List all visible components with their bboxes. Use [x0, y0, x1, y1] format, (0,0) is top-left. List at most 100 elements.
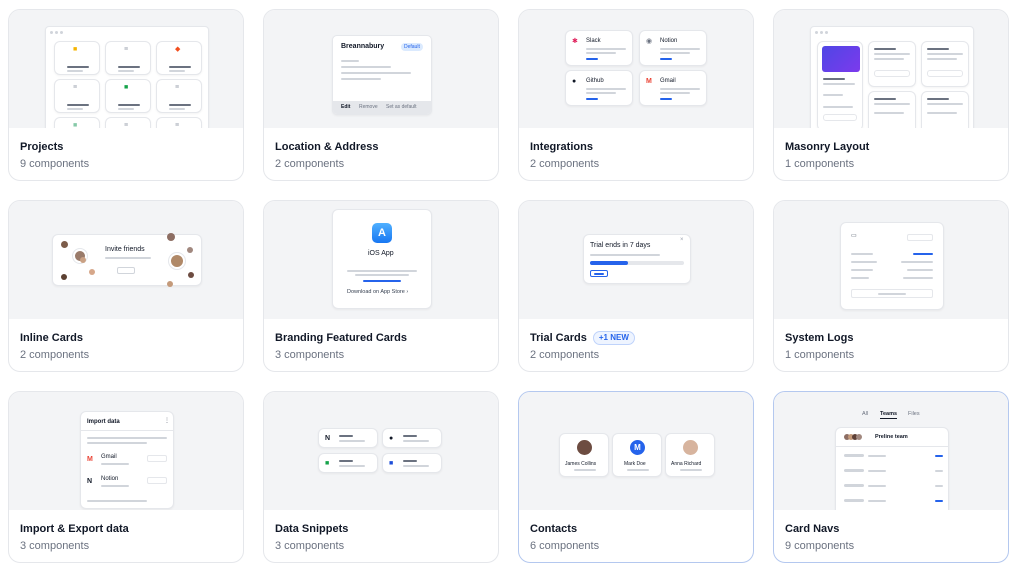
invite-heading: Invite friends	[105, 246, 145, 253]
browser-window	[810, 26, 974, 128]
nav-tab-all[interactable]: All	[862, 411, 868, 417]
doc-icon: ≡	[124, 122, 129, 128]
close-icon[interactable]: ×	[680, 237, 684, 243]
card-location-address[interactable]: Breannabury Default Edit Remove Set as d…	[263, 9, 499, 181]
card-subtitle: 3 components	[20, 540, 90, 552]
log-card: ▭	[840, 222, 944, 310]
trial-progress	[590, 261, 684, 265]
team-name: Preline team	[875, 434, 908, 440]
notion-icon: N	[325, 435, 331, 442]
trial-card: Trial ends in 7 days ×	[583, 234, 691, 284]
avatar	[167, 233, 175, 241]
integration-slack: ✱ Slack	[565, 30, 633, 66]
edit-action[interactable]: Edit	[341, 104, 350, 110]
default-badge: Default	[401, 43, 423, 51]
card-data-snippets[interactable]: N ● ■ ■ Data Snippets 3 components	[263, 391, 499, 563]
card-preview: ■ ≡ ◆ ≡ ■ ≡ ■ ≡ ≡	[9, 10, 243, 128]
avatar	[61, 241, 68, 248]
card-subtitle: 3 components	[275, 349, 345, 361]
card-masonry-layout[interactable]: Masonry Layout 1 components	[773, 9, 1009, 181]
snippet: N	[318, 428, 378, 448]
card-system-logs[interactable]: ▭ System Logs 1 components	[773, 200, 1009, 372]
github-icon: ●	[572, 78, 577, 85]
card-preview: All Teams Files Preline team	[774, 392, 1008, 510]
import-heading: Import data	[87, 419, 120, 425]
avatar	[80, 257, 86, 263]
card-title: Branding Featured Cards	[275, 332, 408, 344]
card-subtitle: 2 components	[530, 349, 600, 361]
import-card: Import data ⋮ M Gmail N Notion	[80, 411, 174, 509]
card-subtitle: 1 components	[785, 349, 855, 361]
card-title: Integrations	[530, 141, 593, 153]
figma-icon: ◆	[175, 46, 181, 53]
import-item: Notion	[101, 476, 119, 482]
gradient-image	[822, 46, 860, 72]
card-subtitle: 1 components	[785, 158, 855, 170]
more-icon[interactable]: ⋮	[164, 417, 170, 424]
card-inline-cards[interactable]: Invite friends Inline Cards 2 components	[8, 200, 244, 372]
doc-icon: ≡	[124, 46, 129, 53]
new-badge: +1 NEW	[592, 331, 635, 345]
github-icon: ●	[389, 435, 394, 442]
avatar	[856, 434, 862, 440]
card-preview: James Collins M Mark Doe Anna Richard	[519, 392, 753, 510]
card-branding-featured[interactable]: A iOS App Download on App Store › Brandi…	[263, 200, 499, 372]
card-projects[interactable]: ■ ≡ ◆ ≡ ■ ≡ ■ ≡ ≡ Projects 9 components	[8, 9, 244, 181]
card-trial-cards[interactable]: Trial ends in 7 days × Trial Cards +1 NEW…	[518, 200, 754, 372]
card-import-export[interactable]: Import data ⋮ M Gmail N Notion Import & …	[8, 391, 244, 563]
card-preview: Invite friends	[9, 201, 243, 319]
contact-card: Anna Richard	[665, 433, 715, 477]
avatar-initial: M	[630, 440, 645, 455]
set-default-action[interactable]: Set as default	[386, 104, 417, 110]
avatar	[89, 269, 95, 275]
notion-icon: ◉	[646, 38, 653, 45]
card-preview: Import data ⋮ M Gmail N Notion	[9, 392, 243, 510]
sheets-icon: ■	[124, 84, 129, 91]
card-preview: N ● ■ ■	[264, 392, 498, 510]
card-preview: A iOS App Download on App Store ›	[264, 201, 498, 319]
app-name: iOS App	[368, 250, 394, 257]
card-title: Trial Cards	[530, 332, 587, 344]
integration-notion: ◉ Notion	[639, 30, 707, 66]
nav-tab-files[interactable]: Files	[908, 411, 920, 417]
card-preview: Trial ends in 7 days ×	[519, 201, 753, 319]
contact-card: M Mark Doe	[612, 433, 662, 477]
integration-github: ● Github	[565, 70, 633, 106]
card-contacts[interactable]: James Collins M Mark Doe Anna Richard Co…	[518, 391, 754, 563]
contact-name: Anna Richard	[671, 461, 702, 467]
card-subtitle: 2 components	[20, 349, 90, 361]
browser-window: ■ ≡ ◆ ≡ ■ ≡ ■ ≡ ≡	[45, 26, 209, 128]
import-item: Gmail	[101, 454, 117, 460]
trial-heading: Trial ends in 7 days	[590, 242, 651, 249]
card-title: Location & Address	[275, 141, 379, 153]
avatar	[169, 253, 185, 269]
card-card-navs[interactable]: All Teams Files Preline team Card Navs 9…	[773, 391, 1009, 563]
remove-action[interactable]: Remove	[359, 104, 378, 110]
drive-icon: ■	[73, 46, 78, 53]
notion-icon: N	[87, 478, 93, 485]
card-title: Contacts	[530, 523, 578, 535]
address-name: Breannabury	[341, 43, 385, 50]
integration-gmail: M Gmail	[639, 70, 707, 106]
integration-label: Gmail	[660, 78, 676, 84]
invite-card: Invite friends	[52, 234, 202, 286]
avatar	[188, 272, 194, 278]
download-link[interactable]: Download on App Store ›	[347, 289, 408, 295]
integration-label: Slack	[586, 38, 601, 44]
app-card: A iOS App Download on App Store ›	[332, 209, 432, 309]
card-title: Import & Export data	[20, 523, 129, 535]
avatar	[577, 440, 592, 455]
outlook-icon: ■	[389, 460, 394, 467]
card-subtitle: 6 components	[530, 540, 600, 552]
card-integrations[interactable]: ✱ Slack ◉ Notion ● Github M Gmail Integr…	[518, 9, 754, 181]
avatar	[187, 247, 193, 253]
contact-card: James Collins	[559, 433, 609, 477]
avatar	[683, 440, 698, 455]
card-title: Projects	[20, 141, 64, 153]
contact-name: James Collins	[565, 461, 597, 467]
card-title: Masonry Layout	[785, 141, 870, 153]
snippet: ■	[318, 453, 378, 473]
doc-icon: ≡	[73, 84, 78, 91]
nav-tab-teams[interactable]: Teams	[880, 411, 898, 419]
card-preview: Breannabury Default Edit Remove Set as d…	[264, 10, 498, 128]
